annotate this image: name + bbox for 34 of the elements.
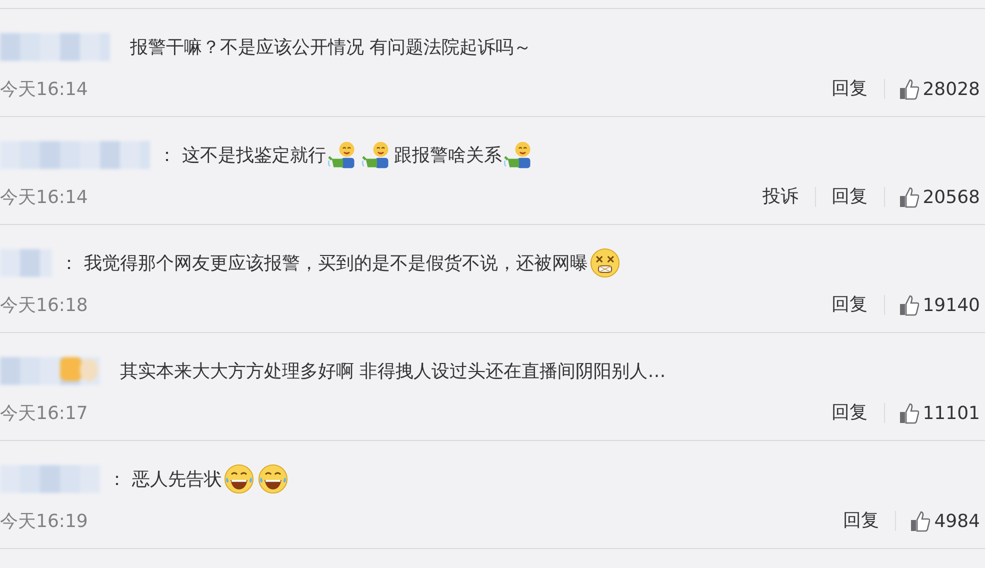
colon: ： [158,144,176,167]
colon: ： [60,252,78,275]
comment-text: 其实本来大大方方处理多好啊 非得拽人设过头还在直播间阴阳别人… [120,360,666,383]
thumbs-up-icon [898,186,919,208]
like-button[interactable]: 4984 [896,510,980,532]
action-link[interactable]: 回复 [816,295,885,315]
comment-text: 跟报警啥关系 [394,144,502,167]
action-link[interactable]: 回复 [816,403,885,423]
timestamp: 今天16:19 [0,510,88,533]
comment-text: 这不是找鉴定就行 [182,144,326,167]
like-button[interactable]: 19140 [884,294,980,316]
comment-text: 报警干嘛？不是应该公开情况 有问题法院起诉吗～ [130,36,532,59]
laughing-face-icon [224,464,254,494]
colon: ： [108,468,126,491]
action-link[interactable]: 回复 [816,187,885,207]
action-link[interactable]: 回复 [827,511,896,531]
thumbs-up-icon [898,78,919,100]
timestamp: 今天16:18 [0,294,88,317]
thumbs-up-icon [910,510,930,532]
redacted-name [0,249,52,277]
laughing-face-icon [258,464,288,494]
timestamp: 今天16:14 [0,78,88,101]
like-button[interactable]: 20568 [884,186,980,208]
action-link[interactable]: 回复 [816,79,885,99]
like-button[interactable]: 28028 [884,78,980,100]
action-link[interactable]: 投诉 [746,187,816,207]
thumbs-up-icon [898,402,919,424]
timestamp: 今天16:17 [0,402,88,425]
dizzy-face-icon [590,248,620,278]
like-button[interactable]: 11101 [884,402,980,424]
timestamp: 今天16:14 [0,186,88,209]
thumbs-up-icon [898,294,919,316]
comment-text: 恶人先告状 [132,468,222,491]
comment-text: 我觉得那个网友更应该报警，买到的是不是假货不说，还被网曝 [84,252,588,275]
